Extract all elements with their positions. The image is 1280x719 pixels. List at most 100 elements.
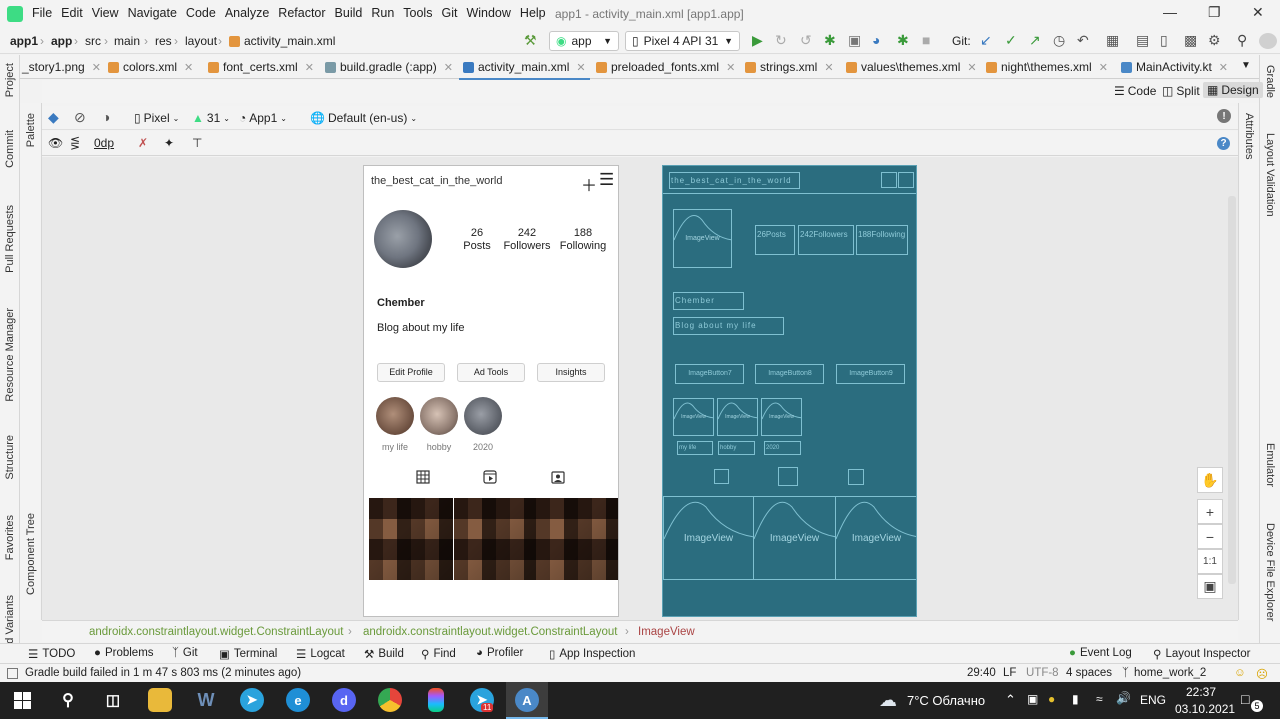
tab-night-themes-xml[interactable]: night\themes.xml ✕ — [986, 60, 1108, 74]
crumb-res[interactable]: res — [155, 34, 172, 48]
notifications-icon[interactable]: □ — [1241, 691, 1249, 707]
menu-edit[interactable]: Edit — [61, 6, 83, 20]
account-icon[interactable] — [1259, 33, 1277, 49]
highlight-hobby[interactable] — [420, 397, 458, 435]
line-separator[interactable]: LF — [1003, 667, 1016, 679]
tool-build[interactable]: ⚒ Build — [364, 647, 404, 661]
close-icon[interactable]: ✕ — [1219, 61, 1228, 74]
close-icon[interactable]: ✕ — [305, 61, 314, 74]
clear-constraints-icon[interactable]: ✗ — [138, 136, 148, 150]
search-icon[interactable]: ⚲ — [56, 688, 80, 712]
breadcrumb-selected[interactable]: ImageView — [638, 626, 695, 638]
menu-git[interactable]: Git — [441, 6, 457, 20]
menu-refactor[interactable]: Refactor — [278, 6, 325, 20]
following-stat[interactable]: 188 Following — [558, 227, 608, 253]
profile-icon[interactable]: ◕ — [872, 33, 880, 47]
bp-menu-icon[interactable] — [898, 172, 914, 188]
meet-icon[interactable]: ▣ — [1027, 692, 1038, 706]
maximize-icon[interactable]: ❐ — [1208, 4, 1221, 21]
tool-resource-manager[interactable]: Resource Manager — [4, 308, 16, 402]
tool-find[interactable]: ⚲ Find — [421, 647, 456, 661]
tool-profiler[interactable]: ◕ Profiler — [476, 647, 523, 659]
git-commit-icon[interactable]: ✓ — [1005, 33, 1017, 47]
tool-device-file-explorer[interactable]: Device File Explorer — [1264, 523, 1276, 621]
insights-button[interactable]: Insights — [537, 363, 605, 382]
chrome-icon[interactable] — [378, 688, 402, 712]
rollback-icon[interactable]: ↶ — [1077, 33, 1089, 47]
close-icon[interactable]: ✕ — [184, 61, 193, 74]
bp-posts[interactable]: 26Posts — [755, 225, 795, 255]
split-view-button[interactable]: ◫ Split — [1162, 84, 1200, 98]
pan-hand-icon[interactable]: ✋ — [1197, 467, 1223, 493]
menu-window[interactable]: Window — [466, 6, 510, 20]
post-image[interactable] — [454, 498, 538, 580]
tool-event-log[interactable]: ● Event Log — [1069, 647, 1132, 659]
status-message[interactable]: Gradle build failed in 1 m 47 s 803 ms (… — [25, 667, 301, 679]
edge-icon[interactable]: e — [286, 688, 310, 712]
default-margins-button[interactable]: 0dp — [94, 136, 114, 150]
select-design-surface-icon[interactable]: ◆ — [48, 109, 59, 126]
windows-start-icon[interactable] — [14, 692, 31, 709]
sdk-manager-icon[interactable]: ▩ — [1184, 33, 1197, 47]
tab-colors-xml[interactable]: colors.xml ✕ — [108, 60, 193, 74]
ad-tools-button[interactable]: Ad Tools — [457, 363, 525, 382]
menu-run[interactable]: Run — [371, 6, 394, 20]
apply-changes-icon[interactable]: ↻ — [775, 33, 787, 47]
tool-pull-requests[interactable]: Pull Requests — [4, 205, 16, 273]
menu-icon[interactable]: ☰ — [599, 170, 614, 190]
tool-favorites[interactable]: Favorites — [4, 515, 16, 560]
bp-post-image[interactable]: ImageView — [753, 496, 836, 580]
menu-file[interactable]: File — [32, 6, 52, 20]
profile-bio[interactable]: Blog about my life — [377, 322, 464, 334]
bp-post-image[interactable]: ImageView — [663, 496, 754, 580]
debug-attach-icon[interactable]: ✱ — [897, 33, 909, 47]
close-icon[interactable]: ✕ — [576, 61, 585, 74]
menu-build[interactable]: Build — [335, 6, 363, 20]
device-select[interactable]: ▯ Pixel 4 API 31 ▼ — [625, 31, 740, 51]
tool-gradle[interactable]: Gradle — [1264, 65, 1276, 98]
bp-highlight-text[interactable]: 2020 — [764, 441, 801, 455]
crumb-project[interactable]: app1 — [10, 34, 38, 48]
run-icon[interactable]: ▶ — [752, 33, 763, 47]
bp-highlight-image[interactable]: ImageView — [761, 398, 802, 436]
bp-tagged-icon[interactable] — [848, 469, 864, 485]
bp-username[interactable]: the_best_cat_in_the_world — [669, 172, 800, 189]
canvas-scrollbar[interactable] — [1228, 196, 1236, 584]
tab-activity-main-xml[interactable]: activity_main.xml ✕ — [459, 60, 590, 80]
close-icon[interactable]: ✕ — [726, 61, 735, 74]
tab-mainactivity-kt[interactable]: MainActivity.kt ✕ — [1121, 60, 1228, 74]
tool-build-variants[interactable]: d Variants — [4, 595, 16, 644]
warning-icon[interactable]: ! — [1217, 109, 1231, 123]
tray-expand-icon[interactable]: ⌃ — [1005, 692, 1016, 708]
tool-project[interactable]: Project — [4, 63, 16, 97]
feedback-happy-icon[interactable]: ☺ — [1234, 667, 1246, 679]
tab-preloaded-fonts-xml[interactable]: preloaded_fonts.xml ✕ — [596, 60, 735, 74]
menu-tools[interactable]: Tools — [403, 6, 432, 20]
history-icon[interactable]: ◷ — [1053, 33, 1065, 47]
volume-icon[interactable]: 🔊 — [1116, 691, 1131, 705]
tool-git[interactable]: ᛉ Git — [172, 647, 198, 659]
blueprint-preview[interactable]: the_best_cat_in_the_world ImageView 26Po… — [662, 165, 917, 617]
tab-build-gradle[interactable]: build.gradle (:app) ✕ — [325, 60, 453, 74]
avd-manager-icon[interactable]: ▯ — [1160, 33, 1168, 47]
bp-avatar[interactable]: ImageView — [673, 209, 732, 268]
tool-palette[interactable]: Palette — [25, 113, 37, 147]
tool-emulator[interactable]: Emulator — [1264, 443, 1276, 487]
clock-date[interactable]: 03.10.2021 — [1175, 702, 1235, 716]
highlight-my-life[interactable] — [376, 397, 414, 435]
close-icon[interactable]: ✕ — [1099, 61, 1108, 74]
bp-following[interactable]: 188Following — [856, 225, 908, 255]
locale-selector[interactable]: 🌐 Default (en-us) ⌄ — [310, 111, 417, 125]
infer-constraints-icon[interactable]: ✦ — [164, 136, 174, 150]
reels-icon[interactable] — [483, 470, 497, 484]
status-toggle-icon[interactable] — [7, 668, 18, 679]
tool-terminal[interactable]: ▣ Terminal — [219, 647, 277, 661]
edit-profile-button[interactable]: Edit Profile — [377, 363, 445, 382]
tool-logcat[interactable]: ☰ Logcat — [296, 647, 345, 661]
add-icon[interactable]: ＋ — [581, 172, 597, 196]
stop-icon[interactable]: ■ — [922, 33, 930, 47]
night-mode-icon[interactable]: ◑ — [102, 109, 110, 125]
bp-add-icon[interactable] — [881, 172, 897, 188]
caret-position[interactable]: 29:40 — [967, 667, 996, 679]
tool-attributes[interactable]: Attributes — [1243, 113, 1255, 159]
